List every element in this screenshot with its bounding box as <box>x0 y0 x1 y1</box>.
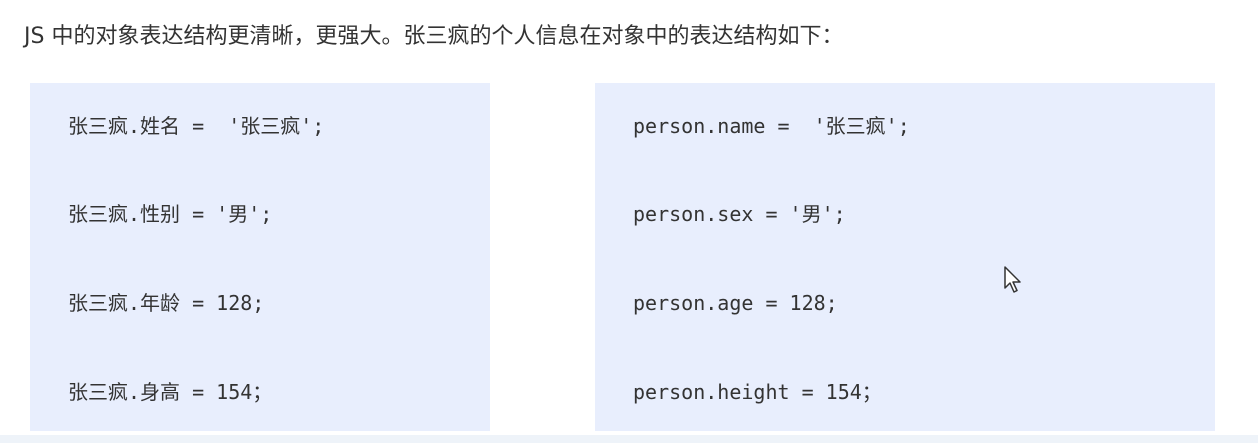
code-line-person-height: person.height = 154； <box>633 380 882 404</box>
code-line-age: 张三疯.年龄 = 128; <box>68 291 265 315</box>
code-line-sex: 张三疯.性别 = '男'; <box>68 202 273 226</box>
code-line-person-age: person.age = 128; <box>633 291 838 315</box>
javascript-code-panel: person.name = '张三疯'; person.sex = '男'; p… <box>595 83 1215 431</box>
bottom-strip <box>0 435 1258 443</box>
code-line-name: 张三疯.姓名 = '张三疯'; <box>68 114 325 138</box>
intro-paragraph: JS 中的对象表达结构更清晰，更强大。张三疯的个人信息在对象中的表达结构如下： <box>24 24 844 49</box>
code-line-person-name: person.name = '张三疯'; <box>633 114 910 138</box>
code-line-height: 张三疯.身高 = 154； <box>68 380 273 404</box>
mouse-pointer-icon <box>1004 266 1021 293</box>
code-line-person-sex: person.sex = '男'; <box>633 202 846 226</box>
chinese-code-panel: 张三疯.姓名 = '张三疯'; 张三疯.性别 = '男'; 张三疯.年龄 = 1… <box>30 83 490 431</box>
